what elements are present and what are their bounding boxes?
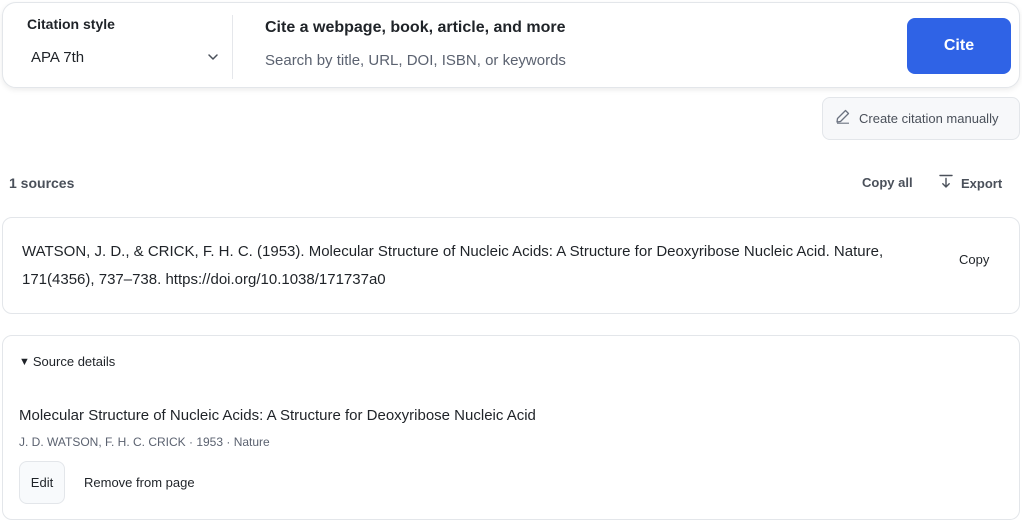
citation-search-card: Citation style APA 7th Cite a webpage, b… [2, 2, 1020, 88]
citation-style-select[interactable]: APA 7th [27, 41, 223, 73]
citation-card: WATSON, J. D., & CRICK, F. H. C. (1953).… [2, 217, 1020, 314]
export-label: Export [961, 176, 1003, 191]
remove-from-page-button[interactable]: Remove from page [84, 475, 195, 490]
export-button[interactable]: Export [938, 173, 1002, 194]
copy-all-button[interactable]: Copy all [862, 175, 913, 190]
edit-button[interactable]: Edit [19, 461, 65, 504]
export-icon [938, 173, 954, 194]
chevron-down-icon [207, 51, 219, 63]
cite-title: Cite a webpage, book, article, and more [265, 19, 566, 36]
copy-citation-button[interactable]: Copy [959, 252, 989, 267]
pencil-icon [835, 108, 851, 129]
triangle-down-icon: ▼ [19, 355, 30, 368]
citation-style-block: Citation style APA 7th [27, 3, 227, 89]
create-citation-manually-button[interactable]: Create citation manually [822, 97, 1020, 140]
sources-count: 1 sources [9, 175, 75, 191]
citation-text: WATSON, J. D., & CRICK, F. H. C. (1953).… [22, 243, 884, 288]
create-citation-manually-label: Create citation manually [859, 111, 999, 126]
source-details-label: Source details [32, 354, 116, 369]
citation-style-value: APA 7th [31, 48, 85, 66]
search-divider [232, 15, 233, 79]
source-title: Molecular Structure of Nucleic Acids: A … [19, 407, 536, 424]
cite-button[interactable]: Cite [907, 18, 1011, 74]
source-details-card: ▼ Source details Molecular Structure of … [2, 335, 1020, 520]
search-input[interactable] [265, 47, 865, 73]
source-meta: J. D. WATSON, F. H. C. CRICK · 1953 · Na… [19, 435, 270, 449]
citation-style-label: Citation style [27, 16, 115, 32]
source-details-toggle[interactable]: ▼ Source details [19, 354, 115, 369]
